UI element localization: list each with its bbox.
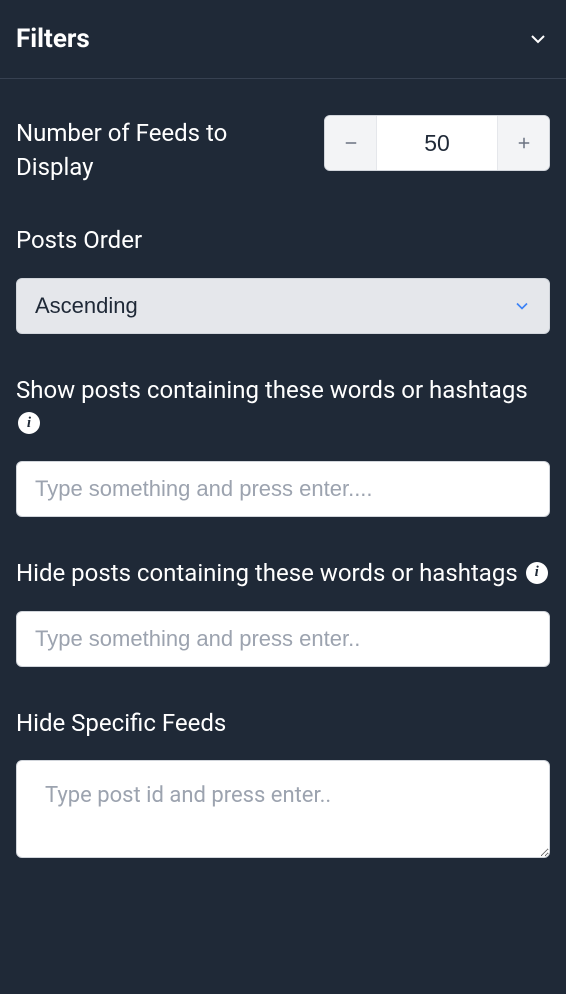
posts-order-field: Posts Order Ascending [16, 224, 550, 334]
num-feeds-input[interactable] [377, 116, 497, 170]
hide-words-label: Hide posts containing these words or has… [16, 557, 550, 591]
num-feeds-stepper [324, 115, 550, 171]
decrement-button[interactable] [325, 116, 377, 170]
minus-icon [342, 134, 360, 152]
show-words-field: Show posts containing these words or has… [16, 374, 550, 517]
hide-words-input[interactable] [16, 611, 550, 667]
hide-feeds-field: Hide Specific Feeds [16, 707, 550, 863]
increment-button[interactable] [497, 116, 549, 170]
plus-icon [515, 134, 533, 152]
posts-order-label: Posts Order [16, 224, 550, 258]
info-icon[interactable]: i [18, 412, 40, 434]
num-feeds-label: Number of Feeds to Display [16, 117, 286, 184]
hide-feeds-textarea[interactable] [16, 760, 550, 858]
info-icon[interactable]: i [526, 562, 548, 584]
hide-words-label-text: Hide posts containing these words or has… [16, 559, 518, 587]
posts-order-select[interactable]: Ascending [16, 278, 550, 334]
chevron-down-icon [526, 27, 550, 51]
posts-order-select-wrap: Ascending [16, 278, 550, 334]
show-words-label-text: Show posts containing these words or has… [16, 376, 528, 404]
show-words-label: Show posts containing these words or has… [16, 374, 550, 441]
hide-feeds-label: Hide Specific Feeds [16, 707, 550, 741]
hide-words-field: Hide posts containing these words or has… [16, 557, 550, 667]
filters-panel-body: Number of Feeds to Display Posts Order A… [0, 79, 566, 922]
filters-panel-header[interactable]: Filters [0, 0, 566, 79]
panel-title: Filters [16, 24, 90, 54]
num-feeds-field: Number of Feeds to Display [16, 117, 550, 184]
show-words-input[interactable] [16, 461, 550, 517]
